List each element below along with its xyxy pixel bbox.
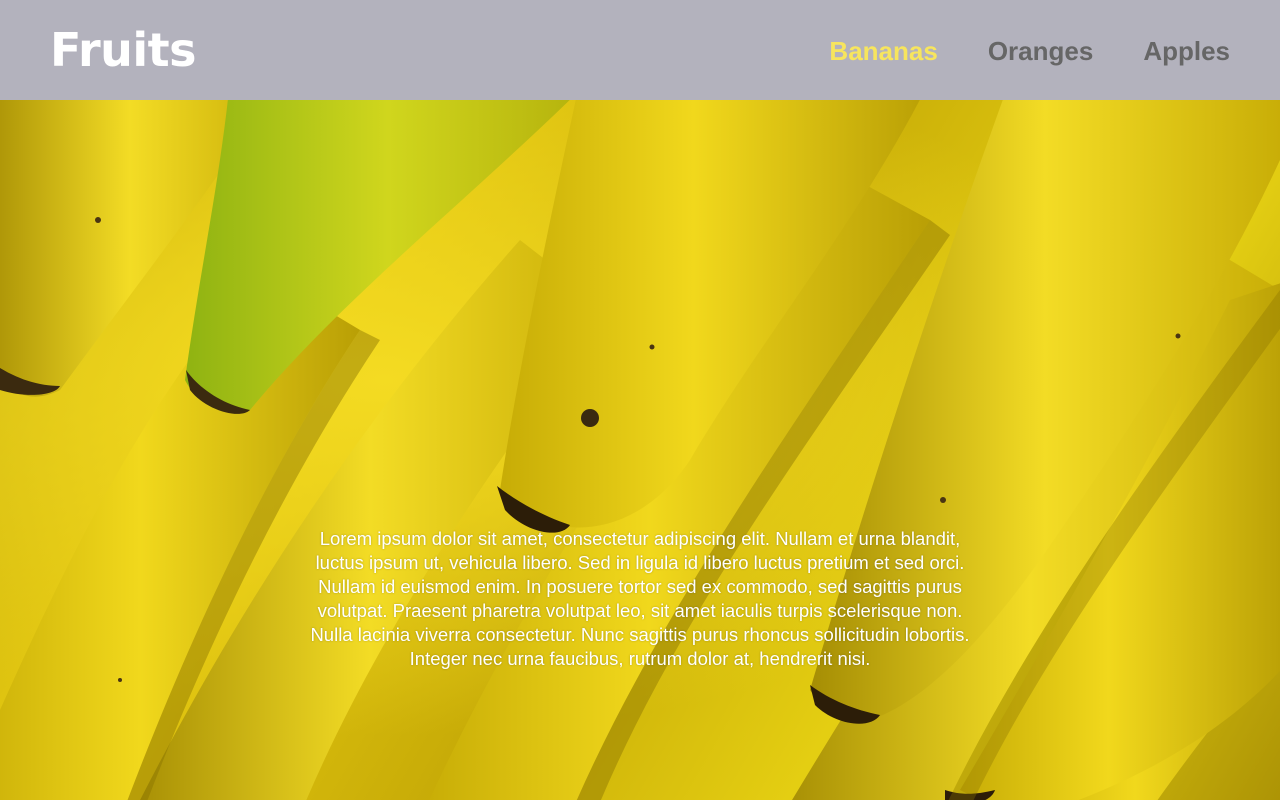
nav-link-oranges[interactable]: Oranges [988, 33, 1094, 69]
site-header: Fruits Bananas Oranges Apples [0, 0, 1280, 100]
hero-section: Lorem ipsum dolor sit amet, consectetur … [0, 100, 1280, 800]
hero-description: Lorem ipsum dolor sit amet, consectetur … [310, 528, 970, 669]
main-nav: Bananas Oranges Apples [829, 33, 1230, 69]
nav-link-bananas[interactable]: Bananas [829, 33, 937, 69]
nav-link-apples[interactable]: Apples [1143, 33, 1230, 69]
bananas-photo [0, 100, 1280, 800]
site-logo[interactable]: Fruits [50, 22, 197, 78]
